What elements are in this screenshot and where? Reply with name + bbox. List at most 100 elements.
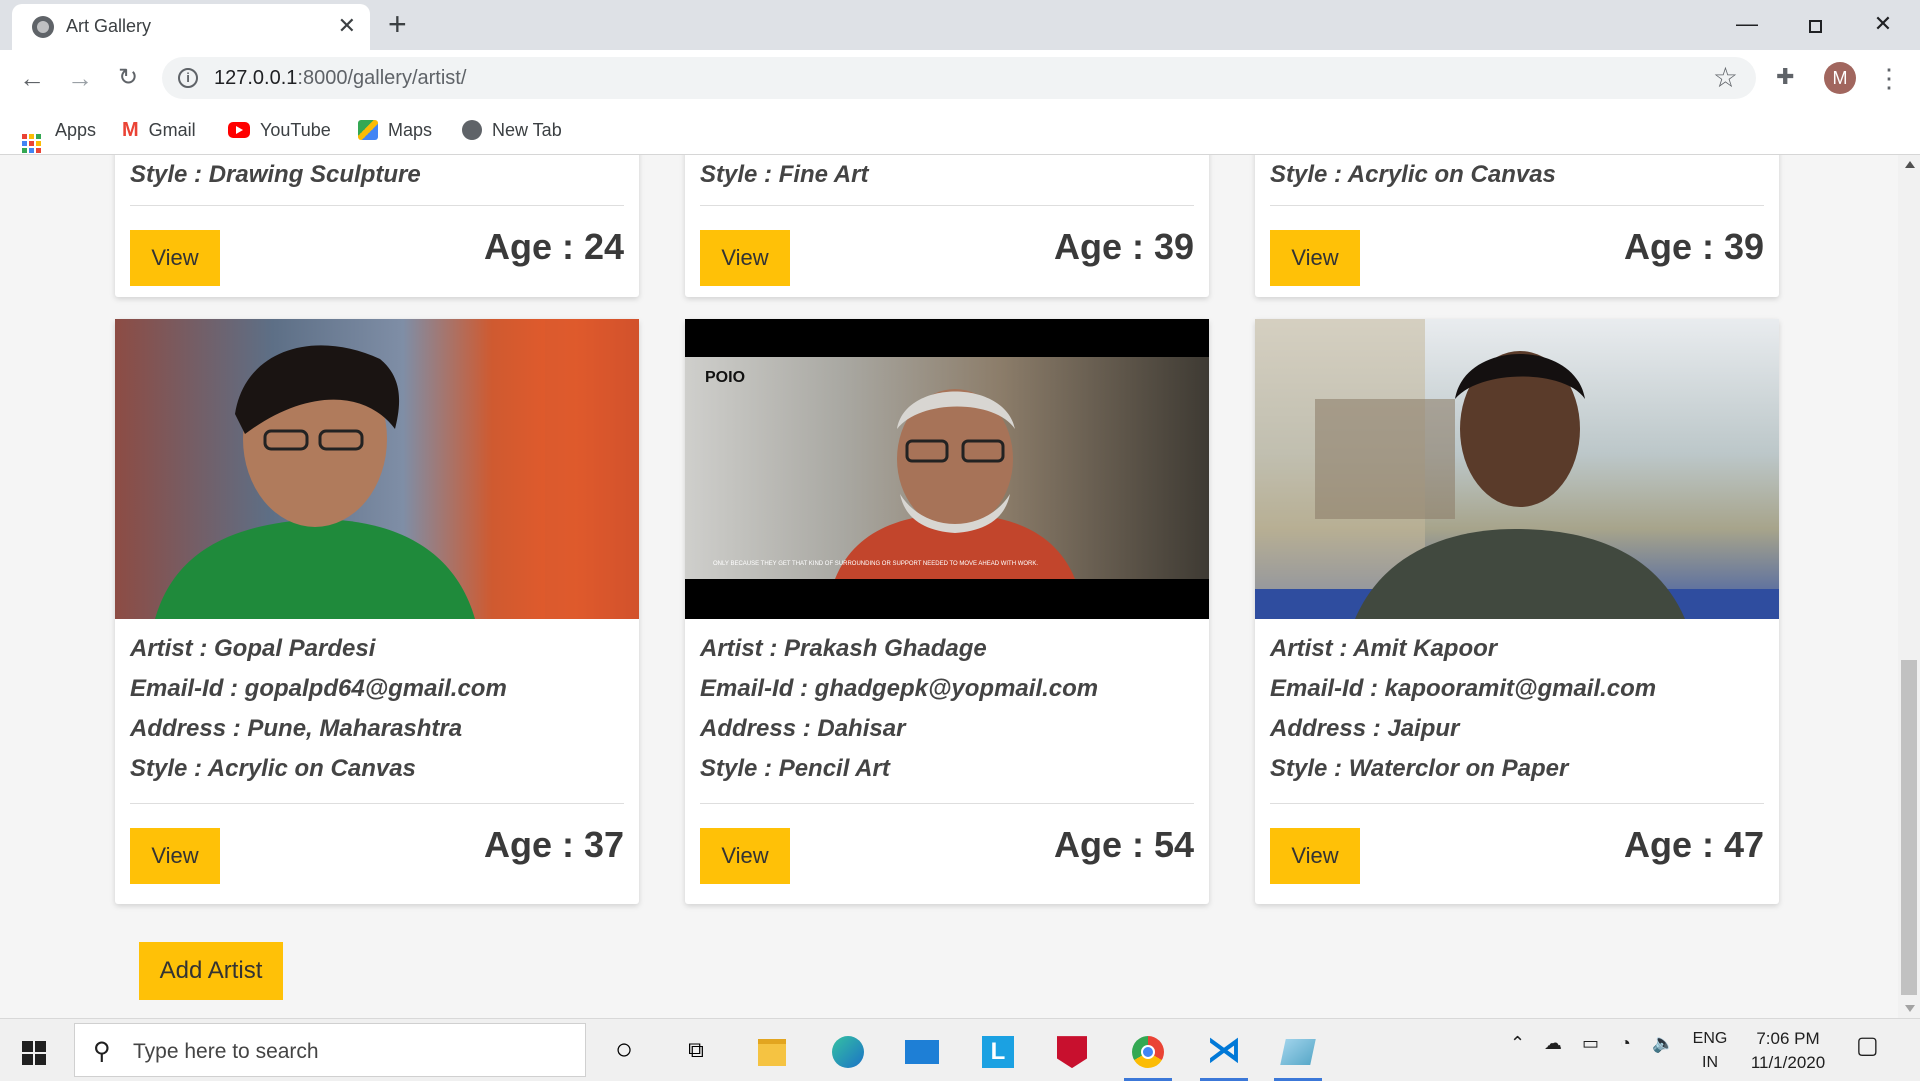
bookmark-maps[interactable]: Maps	[358, 116, 432, 144]
artist-age: Age : 39	[1053, 226, 1194, 267]
file-explorer-icon[interactable]	[744, 1027, 800, 1073]
artist-style: Style : Pencil Art	[700, 755, 890, 782]
scrollbar-thumb[interactable]	[1901, 660, 1917, 995]
windows-start-icon[interactable]	[22, 1041, 46, 1065]
artist-card: POIO ONLY BECAUSE THEY GET THAT KIND OF …	[685, 319, 1209, 904]
artist-style: Style : Drawing Sculpture	[130, 161, 421, 188]
close-tab-icon[interactable]: ✕	[338, 13, 356, 39]
search-placeholder: Type here to search	[133, 1040, 319, 1063]
windows-taskbar: ⚲ Type here to search ○ ⧉ L ⋊ ⌃ ☁ ▭ ◔ 🔈 …	[0, 1018, 1920, 1081]
info-icon[interactable]: i	[178, 68, 198, 88]
view-button[interactable]: View	[130, 828, 220, 884]
tab-title: Art Gallery	[66, 16, 152, 36]
back-arrow-icon[interactable]: ←	[14, 60, 50, 96]
scroll-up-arrow-icon[interactable]	[1905, 161, 1915, 168]
video-logo: POIO	[705, 369, 746, 386]
youtube-icon	[228, 122, 250, 138]
new-tab-button[interactable]: +	[388, 6, 407, 42]
artist-age: Age : 47	[1623, 824, 1764, 865]
url-text[interactable]: 127.0.0.1:8000/gallery/artist/	[214, 67, 466, 90]
artist-card: Style : Fine Art View Age : 39	[685, 155, 1209, 297]
bookmark-star-icon[interactable]: ☆	[1713, 61, 1738, 94]
mail-icon[interactable]	[894, 1027, 950, 1073]
view-button[interactable]: View	[700, 230, 790, 286]
artist-age: Age : 39	[1623, 226, 1764, 267]
page-scrollbar[interactable]	[1898, 155, 1920, 1018]
tab-strip: Art Gallery ✕ + — ✕	[0, 0, 1920, 50]
chrome-menu-icon[interactable]: ⋮	[1876, 60, 1902, 96]
artist-style: Style : Acrylic on Canvas	[1270, 161, 1556, 188]
reload-icon[interactable]: ↻	[110, 60, 146, 96]
clock-date: 11/1/2020	[1750, 1053, 1826, 1072]
volume-icon[interactable]: 🔈	[1652, 1033, 1674, 1054]
edge-icon[interactable]	[820, 1027, 876, 1073]
extensions-puzzle-icon[interactable]: ✚	[1776, 64, 1794, 90]
artist-style: Style : Waterclor on Paper	[1270, 755, 1569, 782]
artist-age: Age : 54	[1053, 824, 1194, 865]
bookmark-apps[interactable]: Apps	[22, 116, 96, 153]
task-view-icon[interactable]: ⧉	[668, 1027, 724, 1073]
bookmark-new-tab[interactable]: New Tab	[462, 116, 562, 144]
view-button[interactable]: View	[1270, 828, 1360, 884]
wifi-icon[interactable]: ◔	[1620, 1033, 1631, 1054]
minimize-button[interactable]: —	[1722, 6, 1772, 42]
mcafee-icon[interactable]	[1044, 1027, 1100, 1073]
onedrive-icon[interactable]: ☁	[1544, 1033, 1562, 1054]
address-bar[interactable]: i 127.0.0.1:8000/gallery/artist/ ☆	[162, 57, 1756, 99]
artist-age: Age : 37	[483, 824, 624, 865]
artist-address: Address : Pune, Maharashtra	[130, 715, 463, 742]
system-clock[interactable]: 7:06 PM 11/1/2020	[1746, 1027, 1830, 1075]
restore-button[interactable]	[1790, 6, 1840, 42]
l-app-icon[interactable]: L	[970, 1027, 1026, 1073]
portrait-illustration	[1255, 319, 1779, 619]
artist-address: Address : Dahisar	[700, 715, 906, 742]
gmail-icon: M	[122, 119, 139, 141]
bookmark-gmail[interactable]: M Gmail	[122, 116, 196, 144]
clock-time: 7:06 PM	[1756, 1029, 1820, 1048]
artist-photo[interactable]: POIO ONLY BECAUSE THEY GET THAT KIND OF …	[685, 319, 1209, 619]
artist-email: Email-Id : gopalpd64@gmail.com	[130, 675, 507, 702]
taskbar-search-box[interactable]: ⚲ Type here to search	[74, 1023, 586, 1077]
artist-card: Artist : Amit Kapoor Email-Id : kapooram…	[1255, 319, 1779, 904]
vscode-icon[interactable]: ⋊	[1196, 1027, 1252, 1081]
add-artist-button[interactable]: Add Artist	[139, 942, 283, 1000]
artist-email: Email-Id : ghadgepk@yopmail.com	[700, 675, 1099, 702]
notifications-icon[interactable]: ▢	[1856, 1031, 1879, 1060]
bookmark-youtube[interactable]: YouTube	[228, 116, 331, 144]
artist-card: Style : Drawing Sculpture View Age : 24	[115, 155, 639, 297]
portrait-illustration	[835, 389, 1075, 579]
maps-icon	[358, 120, 378, 140]
chrome-taskbar-icon[interactable]	[1120, 1027, 1176, 1081]
browser-toolbar: ← → ↻ i 127.0.0.1:8000/gallery/artist/ ☆…	[0, 50, 1920, 106]
forward-arrow-icon[interactable]: →	[62, 60, 98, 96]
view-button[interactable]: View	[1270, 230, 1360, 286]
artist-name: Artist : Gopal Pardesi	[130, 635, 376, 662]
browser-tab[interactable]: Art Gallery ✕	[12, 4, 370, 50]
view-button[interactable]: View	[700, 828, 790, 884]
profile-avatar[interactable]: M	[1824, 62, 1856, 94]
artist-photo[interactable]	[115, 319, 639, 619]
artist-name: Artist : Prakash Ghadage	[700, 635, 987, 662]
artist-photo[interactable]	[1255, 319, 1779, 619]
globe-icon	[462, 120, 482, 140]
page-viewport: Style : Drawing Sculpture View Age : 24 …	[0, 155, 1898, 1018]
scroll-down-arrow-icon[interactable]	[1905, 1005, 1915, 1012]
cortana-icon[interactable]: ○	[596, 1027, 652, 1073]
close-window-button[interactable]: ✕	[1858, 6, 1908, 42]
tray-chevron-icon[interactable]: ⌃	[1510, 1033, 1525, 1054]
video-caption: ONLY BECAUSE THEY GET THAT KIND OF SURRO…	[713, 561, 1039, 567]
artist-age: Age : 24	[483, 226, 624, 267]
artist-style: Style : Acrylic on Canvas	[130, 755, 416, 782]
notes-app-icon[interactable]	[1270, 1027, 1326, 1081]
artist-card: Artist : Gopal Pardesi Email-Id : gopalp…	[115, 319, 639, 904]
view-button[interactable]: View	[130, 230, 220, 286]
artist-email: Email-Id : kapooramit@gmail.com	[1270, 675, 1657, 702]
battery-icon[interactable]: ▭	[1582, 1033, 1599, 1054]
apps-grid-icon	[22, 134, 41, 153]
portrait-illustration	[155, 319, 639, 619]
restore-icon	[1808, 20, 1822, 33]
search-icon: ⚲	[93, 1038, 111, 1065]
artist-address: Address : Jaipur	[1270, 715, 1460, 742]
artist-card: Style : Acrylic on Canvas View Age : 39	[1255, 155, 1779, 297]
language-indicator[interactable]: ENG IN	[1690, 1027, 1730, 1075]
